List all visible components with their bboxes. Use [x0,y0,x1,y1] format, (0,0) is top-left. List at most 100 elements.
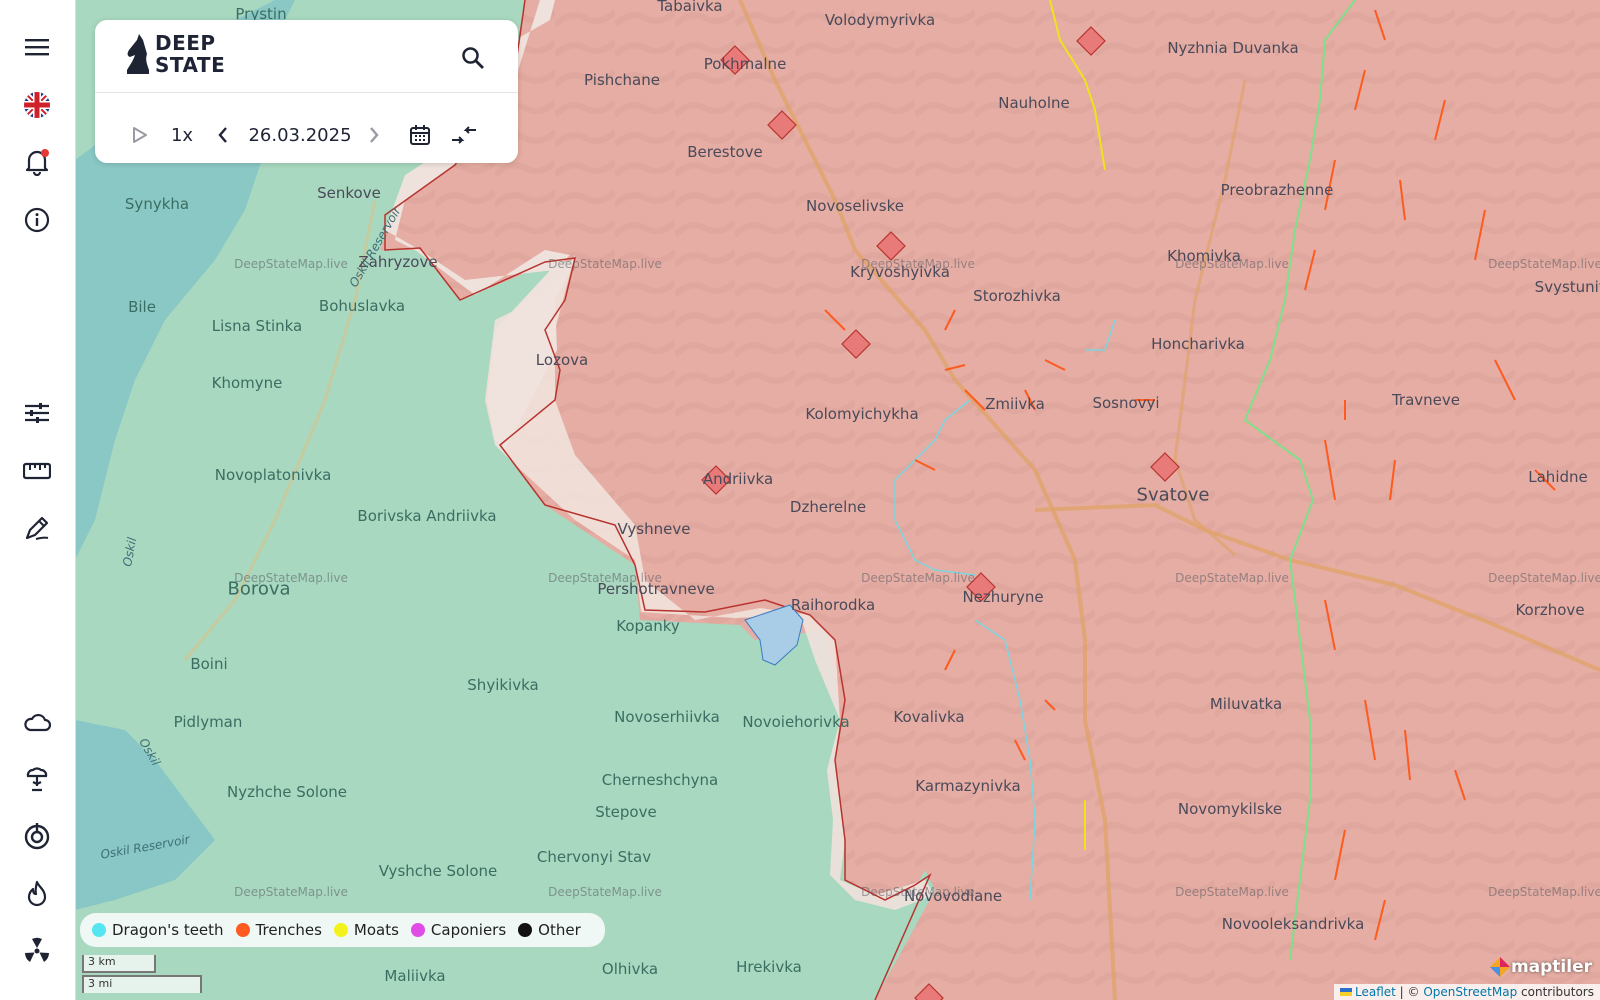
place-label: Senkove [317,184,381,202]
place-label: Novoiehorivka [742,713,850,731]
bell-icon[interactable] [17,142,57,182]
place-label: Svatove [1136,484,1210,506]
compare-button[interactable] [447,120,481,150]
legend-item[interactable]: Moats [333,921,399,939]
sidebar [0,0,76,1000]
watermark: DeepStateMap.live [548,257,662,271]
place-label: Tabaivka [657,0,723,15]
place-label: Novoplatonivka [214,466,332,484]
prev-date-button[interactable] [210,120,236,150]
place-label: Hrekivka [736,958,802,976]
panel-divider [95,92,518,93]
logo-line2: STATE [155,53,226,77]
next-date-button[interactable] [361,120,387,150]
legend-swatch [235,923,250,937]
place-label: Novoselivske [806,197,904,215]
play-button[interactable] [125,120,155,150]
menu-icon[interactable] [17,27,57,67]
knight-icon [127,34,149,74]
legend-item[interactable]: Other [518,921,581,939]
place-label: Khomyne [211,374,283,392]
place-label: Miluvatka [1209,695,1283,713]
info-icon[interactable] [17,200,57,240]
place-label: Olhivka [601,960,659,978]
place-label: Stepove [595,803,657,821]
place-label: Borivska Andriivka [357,507,497,525]
place-label: Nyzhnia Duvanka [1167,39,1299,57]
maptiler-logo[interactable]: maptiler [1489,956,1592,978]
watermark: DeepStateMap.live [1175,885,1289,899]
place-label: Andriivka [702,470,774,488]
watermark: DeepStateMap.live [1175,571,1289,585]
place-label: Storozhivka [973,287,1061,305]
watermark: DeepStateMap.live [861,571,975,585]
place-label: Novomykilske [1177,800,1283,818]
target-icon[interactable] [17,816,57,856]
osm-link[interactable]: OpenStreetMap [1423,985,1517,999]
watermark: DeepStateMap.live [861,885,975,899]
place-label: Novooleksandrivka [1221,915,1365,933]
place-label: Nauholne [998,94,1070,112]
place-label: Kovalivka [893,708,965,726]
place-label: Svystunivka [1534,278,1600,296]
legend-label: Dragon's teeth [112,921,224,939]
legend-swatch [518,923,533,937]
search-icon [462,47,484,69]
scale-km: 3 km [82,955,156,973]
place-label: Chervonyi Stav [536,848,652,866]
sliders-icon[interactable] [17,393,57,433]
place-label: Kopanky [616,617,680,635]
place-label: Boini [190,655,228,673]
chevron-left-icon [218,127,227,143]
attribution: Leaflet | © OpenStreetMap contributors [1334,984,1600,1000]
attribution-contributors: contributors [1517,985,1594,999]
place-label: Lozova [535,351,589,369]
watermark: DeepStateMap.live [234,257,348,271]
watermark: DeepStateMap.live [861,257,975,271]
watermark: DeepStateMap.live [234,571,348,585]
watermark: DeepStateMap.live [1488,571,1600,585]
place-label: Korzhove [1515,601,1585,619]
draw-icon[interactable] [17,508,57,548]
place-label: Bile [128,298,156,316]
radiation-icon[interactable] [17,930,57,970]
watermark: DeepStateMap.live [548,885,662,899]
legend-item[interactable]: Trenches [235,921,322,939]
date-display[interactable]: 26.03.2025 [245,120,355,150]
place-label: Pishchane [584,71,660,89]
chevron-right-icon [370,127,379,143]
place-label: Nezhuryne [962,588,1044,606]
search-button[interactable] [455,40,491,76]
legend-item[interactable]: Caponiers [410,921,506,939]
legend-label: Trenches [255,921,322,939]
legend-swatch [410,923,425,937]
legend: Dragon's teeth Trenches Moats Caponiers Othe… [80,913,605,947]
fire-icon[interactable] [17,874,57,914]
place-label: Dzherelne [789,498,867,516]
calendar-icon [410,125,430,145]
speed-button[interactable]: 1x [165,120,199,150]
maptiler-icon [1489,957,1510,977]
place-label: Pokhmalne [703,55,787,73]
place-label: Preobrazhenne [1220,181,1334,199]
attribution-sep: | © [1395,985,1424,999]
cloud-icon[interactable] [17,702,57,742]
place-label: Lahidne [1528,468,1588,486]
legend-label: Other [538,921,581,939]
place-label: Honcharivka [1151,335,1245,353]
place-label: Cherneshchyna [601,771,719,789]
compare-arrows-icon [452,126,476,144]
logo-line1: DEEP [155,31,216,55]
logo[interactable]: DEEP STATE [123,32,225,76]
leaflet-link[interactable]: Leaflet [1355,985,1396,999]
maptiler-text: maptiler [1510,957,1592,977]
place-label: Berestove [687,143,763,161]
place-label: Novoserhiivka [614,708,720,726]
legend-item[interactable]: Dragon's teeth [92,921,224,939]
place-label: Lisna Stinka [211,317,303,335]
explosion-icon[interactable] [17,758,57,798]
ruler-icon[interactable] [17,451,57,491]
uk-flag-icon[interactable] [17,85,57,125]
place-label: Volodymyrivka [824,11,936,29]
calendar-button[interactable] [405,120,435,150]
